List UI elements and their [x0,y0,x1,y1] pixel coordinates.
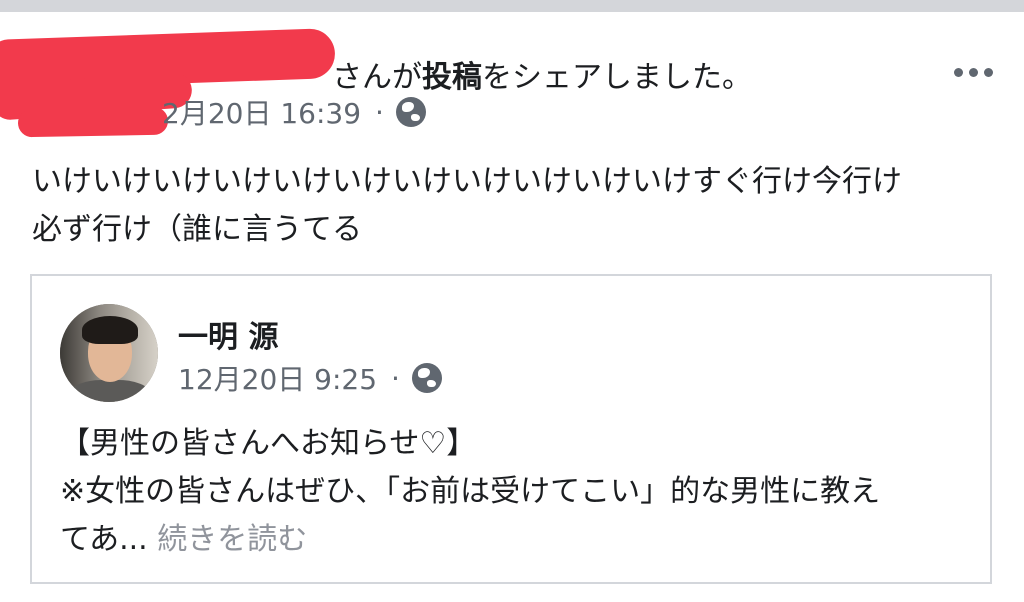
post-meta: 2月20日 16:39 · [162,92,426,132]
shared-text-line: 【男性の皆さんへお知らせ♡】 [60,426,477,461]
more-options-icon[interactable] [954,62,996,82]
globe-icon[interactable] [411,363,442,393]
avatar[interactable] [60,304,158,402]
shared-text-truncated: てあ... [60,522,148,557]
shared-text-line: ※女性の皆さんはぜひ、「お前は受けてこい」的な男性に教え [60,474,881,509]
see-more-link[interactable]: 続きを読む [157,522,307,557]
post-timestamp[interactable]: 2月20日 16:39 [162,92,361,132]
top-divider [0,0,1024,12]
share-header-post: をシェアしました。 [482,60,752,95]
meta-separator: · [375,95,384,129]
share-header: さんが投稿をシェアしました。 [332,52,752,96]
shared-text-line: てあ... 続きを読む [60,516,970,564]
post-text-line: いけいけいけいけいけいけいけいけいけいけいけすぐ行け今行け [32,164,902,199]
shared-post-timestamp[interactable]: 12月20日 9:25 [178,358,377,398]
meta-separator: · [391,361,400,395]
shared-post-meta: 12月20日 9:25 · [178,358,442,398]
post-text: いけいけいけいけいけいけいけいけいけいけいけすぐ行け今行け 必ず行け（誰に言うて… [32,158,992,254]
post-text-line: 必ず行け（誰に言うてる [32,212,362,247]
shared-post-text: 【男性の皆さんへお知らせ♡】 ※女性の皆さんはぜひ、「お前は受けてこい」的な男性… [60,420,970,564]
globe-icon[interactable] [395,97,426,127]
share-header-pre: さんが [332,60,422,95]
share-header-post-link[interactable]: 投稿 [422,60,482,95]
redaction-mark [17,106,169,138]
shared-author-name[interactable]: 一明 源 [178,312,278,356]
